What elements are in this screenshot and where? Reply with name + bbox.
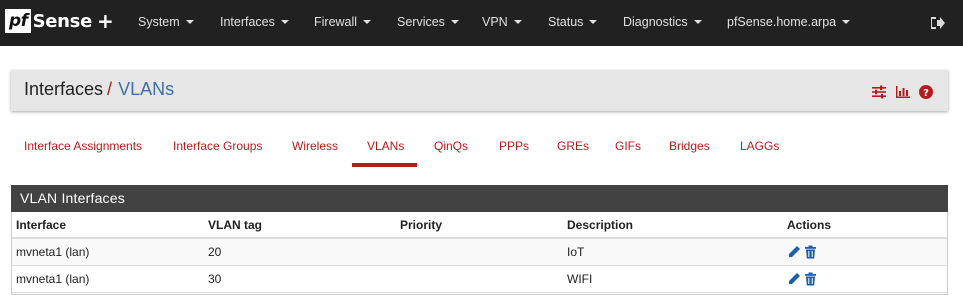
trash-icon[interactable] [804,272,818,286]
column-header-interface: Interface [12,212,204,239]
pfsense-logo[interactable]: pf Sense + [5,7,114,35]
tab-interface-groups[interactable]: Interface Groups [173,139,262,153]
cell-priority [396,238,563,266]
caret-down-icon [280,20,289,24]
active-tab-indicator [352,163,417,167]
tab-interface-assignments[interactable]: Interface Assignments [24,139,142,153]
nav-label: System [138,15,180,29]
nav-label: Diagnostics [623,15,688,29]
breadcrumb-panel: Interfaces / VLANs ? [11,70,948,111]
bar-chart-icon[interactable] [895,84,911,98]
cell-actions [783,238,947,266]
tab-gres[interactable]: GREs [557,139,589,153]
breadcrumb: Interfaces / VLANs [24,79,174,100]
logo-pf: pf [5,9,31,33]
caret-down-icon [513,20,522,24]
caret-down-icon [589,20,598,24]
tab-wireless[interactable]: Wireless [292,139,338,153]
nav-label: pfSense.home.arpa [727,15,837,29]
tab-qinqs[interactable]: QinQs [434,139,468,153]
column-header-description: Description [563,212,783,239]
tab-vlans[interactable]: VLANs [367,139,404,153]
cell-description: IoT [563,238,783,266]
caret-down-icon [185,20,194,24]
cell-vlan-tag: 20 [204,238,396,266]
cell-interface: mvneta1 (lan) [12,238,204,266]
logo-sense: Sense [32,10,93,32]
tab-ppps[interactable]: PPPs [499,139,529,153]
nav-services[interactable]: Services [397,15,459,29]
nav-label: VPN [482,15,508,29]
table-row: mvneta1 (lan) 30 WIFI [12,265,947,293]
cell-actions [783,265,947,293]
top-navbar: pf Sense + System Interfaces Firewall Se… [0,0,963,46]
nav-label: Firewall [314,15,358,29]
cell-priority [396,265,563,293]
table-row: mvneta1 (lan) 20 IoT [12,238,947,266]
svg-text:?: ? [923,88,929,99]
tab-laggs[interactable]: LAGGs [740,139,779,153]
caret-down-icon [363,20,372,24]
vlan-table: Interface VLAN tag Priority Description … [12,212,947,293]
row-actions [787,272,947,286]
pencil-icon[interactable] [787,272,801,286]
column-header-priority: Priority [396,212,563,239]
caret-down-icon [450,20,459,24]
cell-description: WIFI [563,265,783,293]
vlan-interfaces-panel: VLAN Interfaces Interface VLAN tag Prior… [11,185,948,295]
nav-label: Services [397,15,445,29]
breadcrumb-separator: / [107,79,113,99]
nav-firewall[interactable]: Firewall [314,15,372,29]
breadcrumb-page[interactable]: VLANs [118,79,174,99]
sliders-icon[interactable] [871,84,887,99]
breadcrumb-section[interactable]: Interfaces [24,79,103,99]
tab-bridges[interactable]: Bridges [669,139,710,153]
panel-title: VLAN Interfaces [11,185,948,212]
caret-down-icon [693,20,702,24]
nav-interfaces[interactable]: Interfaces [220,15,289,29]
pencil-icon[interactable] [787,245,801,259]
nav-label: Interfaces [220,15,275,29]
nav-label: Status [548,15,584,29]
question-circle-icon[interactable]: ? [919,84,935,99]
nav-diagnostics[interactable]: Diagnostics [623,15,702,29]
row-actions [787,245,947,259]
nav-status[interactable]: Status [548,15,598,29]
caret-down-icon [842,20,851,24]
logo-plus: + [97,9,114,33]
nav-vpn[interactable]: VPN [482,15,522,29]
nav-hostname[interactable]: pfSense.home.arpa [727,15,851,29]
cell-vlan-tag: 30 [204,265,396,293]
trash-icon[interactable] [804,245,818,259]
sign-out-icon[interactable] [929,15,945,29]
column-header-actions: Actions [783,212,947,239]
nav-system[interactable]: System [138,15,194,29]
table-header-row: Interface VLAN tag Priority Description … [12,212,947,239]
column-header-vlan-tag: VLAN tag [204,212,396,239]
cell-interface: mvneta1 (lan) [12,265,204,293]
breadcrumb-icons: ? [871,84,935,99]
tab-gifs[interactable]: GIFs [615,139,641,153]
